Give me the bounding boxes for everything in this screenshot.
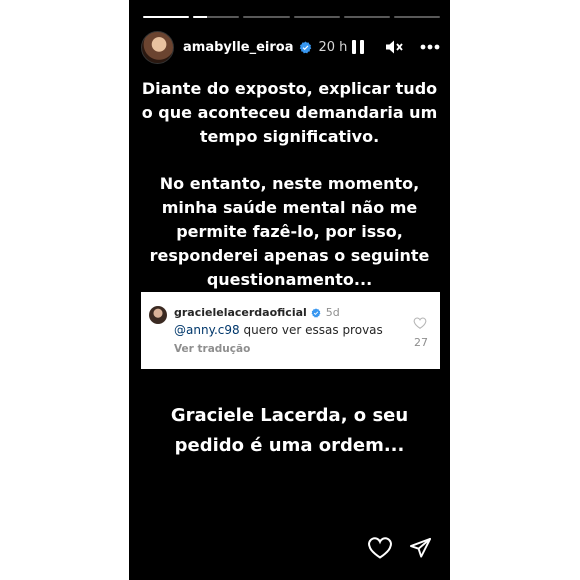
post-time: 20 h: [318, 39, 348, 55]
comment-mention: @anny.c98: [174, 323, 240, 337]
progress-segment: [243, 16, 290, 18]
story-viewer: amabylle_eiroa 20 h Diante do exposto, e…: [129, 0, 450, 580]
heart-icon[interactable]: [368, 536, 392, 560]
comment-avatar: [149, 306, 167, 324]
comment-body: quero ver essas provas: [243, 323, 383, 337]
story-text-closing: Graciele Lacerda, o seu pedido é uma ord…: [170, 405, 409, 456]
progress-segment: [193, 16, 240, 18]
story-progress-bar: [143, 16, 441, 18]
comment-heart-icon: [413, 317, 427, 329]
story-text-intro: Diante do exposto, explicar tudo o que a…: [141, 79, 438, 146]
comment-card: gracielelacerdaoficial 5d @anny.c98 quer…: [141, 292, 440, 369]
see-translation-link: Ver tradução: [174, 343, 251, 355]
comment-like-count: 27: [414, 336, 428, 349]
username[interactable]: amabylle_eiroa: [183, 40, 294, 55]
comment-text: @anny.c98 quero ver essas provas: [174, 323, 383, 337]
mute-icon[interactable]: [384, 37, 404, 57]
verified-badge-icon: [311, 307, 321, 318]
more-icon[interactable]: [420, 37, 440, 57]
progress-segment: [343, 16, 390, 18]
story-text-body: No entanto, neste momento, minha saúde m…: [149, 174, 430, 289]
progress-segment: [293, 16, 340, 18]
pause-icon[interactable]: [348, 37, 368, 57]
comment-time: 5d: [325, 306, 340, 319]
comment-username: gracielelacerdaoficial: [174, 306, 307, 319]
avatar[interactable]: [141, 30, 174, 64]
progress-segment: [393, 16, 441, 18]
verified-badge-icon: [299, 41, 311, 53]
story-header: amabylle_eiroa 20 h: [141, 30, 440, 64]
send-icon[interactable]: [408, 536, 432, 560]
progress-segment: [143, 16, 190, 18]
